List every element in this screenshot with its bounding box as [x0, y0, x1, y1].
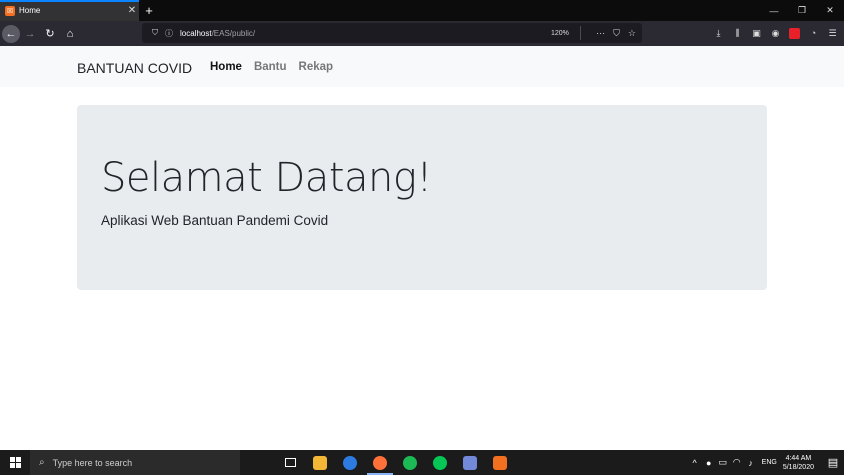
url-divider	[580, 26, 581, 40]
nav-home-link[interactable]: Home	[210, 61, 242, 73]
clock[interactable]: 4:44 AM 5/18/2020	[783, 454, 814, 472]
bookmark-star-icon[interactable]: ☆	[628, 28, 636, 39]
forward-button[interactable]: →	[20, 24, 40, 44]
zoom-level[interactable]: 120%	[551, 30, 569, 37]
wifi-icon[interactable]: ◠	[730, 457, 744, 468]
sidebar-icon[interactable]: ▣	[747, 23, 766, 43]
welcome-jumbotron: Selamat Datang! Aplikasi Web Bantuan Pan…	[77, 105, 767, 290]
tab-home[interactable]: ☒ Home ✕	[0, 0, 139, 21]
site-nav-links: Home Bantu Rekap	[210, 61, 333, 73]
minimize-icon[interactable]: —	[760, 0, 788, 21]
browser-tab-bar: ☒ Home ✕ + — ❐ ✕	[0, 0, 844, 21]
notification-icon[interactable]: ▤	[822, 456, 844, 469]
chat-app-icon	[343, 455, 357, 470]
clock-date: 5/18/2020	[782, 463, 814, 471]
extension-c-icon[interactable]: ◔	[804, 23, 823, 43]
extension-red-icon[interactable]	[785, 23, 804, 43]
folder-icon	[313, 455, 327, 470]
xampp-favicon-icon: ☒	[5, 5, 15, 16]
signal-button[interactable]	[335, 450, 365, 475]
windows-logo-icon	[9, 457, 21, 468]
windows-taskbar: ⌕ Type here to search ^ ● ▭ ◠ ♪ ENG 4:44…	[0, 450, 844, 475]
library-icon[interactable]: ⫼	[728, 23, 747, 43]
firefox-icon	[373, 455, 387, 470]
home-button[interactable]: ⌂	[60, 24, 80, 44]
xampp-button[interactable]	[485, 450, 515, 475]
language-indicator[interactable]: ENG	[762, 459, 777, 466]
nav-rekap-link[interactable]: Rekap	[299, 61, 334, 73]
close-window-icon[interactable]: ✕	[816, 0, 844, 21]
window-controls: — ❐ ✕	[760, 0, 844, 21]
taskbar-apps	[275, 450, 515, 475]
file-explorer-button[interactable]	[305, 450, 335, 475]
xampp-icon	[493, 455, 507, 470]
start-button[interactable]	[0, 450, 30, 475]
site-navbar: BANTUAN COVID Home Bantu Rekap	[0, 46, 844, 87]
line-button[interactable]	[425, 450, 455, 475]
task-view-icon	[284, 458, 296, 467]
jumbotron-title: Selamat Datang!	[101, 155, 432, 201]
pocket-icon[interactable]: ⛉	[613, 28, 620, 39]
spotify-icon	[403, 455, 417, 470]
close-tab-icon[interactable]: ✕	[125, 5, 139, 16]
chevron-up-icon[interactable]: ^	[688, 458, 702, 468]
jumbotron-lead: Aplikasi Web Bantuan Pandemi Covid	[101, 213, 329, 228]
browser-toolbar: ← → ↻ ⌂ ⛉ ⓘ localhost/EAS/public/ 120% ·…	[0, 21, 844, 46]
line-icon	[433, 455, 447, 470]
taskbar-search-placeholder: Type here to search	[52, 457, 133, 468]
menu-icon[interactable]: ☰	[823, 23, 842, 43]
volume-icon[interactable]: ♪	[744, 458, 758, 468]
task-view-button[interactable]	[275, 450, 305, 475]
info-icon[interactable]: ⓘ	[162, 28, 176, 39]
download-icon[interactable]: ⤓	[709, 23, 728, 43]
reload-button[interactable]: ↻	[40, 24, 60, 44]
forward-arrow-icon: →	[24, 27, 36, 40]
microphone-icon[interactable]: ●	[702, 458, 716, 468]
url-bar[interactable]: ⛉ ⓘ localhost/EAS/public/ 120% ··· ⛉ ☆	[142, 23, 642, 43]
shield-icon[interactable]: ⛉	[148, 28, 162, 38]
home-icon: ⌂	[66, 27, 74, 40]
account-icon[interactable]: ◉	[766, 23, 785, 43]
new-tab-button[interactable]: +	[139, 0, 159, 21]
spotify-button[interactable]	[395, 450, 425, 475]
firefox-button[interactable]	[365, 450, 395, 475]
url-host: localhost	[180, 28, 212, 38]
discord-button[interactable]	[455, 450, 485, 475]
search-icon: ⌕	[39, 457, 45, 468]
tab-title: Home	[19, 6, 41, 15]
url-path: /EAS/public/	[211, 28, 256, 38]
taskbar-search[interactable]: ⌕ Type here to search	[30, 450, 240, 475]
back-button[interactable]: ←	[0, 24, 20, 44]
battery-icon[interactable]: ▭	[716, 457, 730, 468]
back-arrow-icon: ←	[2, 24, 20, 43]
clock-time: 4:44 AM	[785, 454, 812, 462]
restore-icon[interactable]: ❐	[788, 0, 816, 21]
discord-icon	[463, 455, 477, 470]
nav-bantu-link[interactable]: Bantu	[254, 61, 287, 73]
system-tray: ^ ● ▭ ◠ ♪ ENG 4:44 AM 5/18/2020 ▤	[688, 450, 844, 475]
page-actions-icon[interactable]: ···	[596, 28, 605, 39]
toolbar-right: ⤓ ⫼ ▣ ◉ ◔ ☰	[709, 23, 842, 43]
url-actions: ··· ⛉ ☆	[596, 28, 636, 39]
reload-icon: ↻	[45, 28, 55, 40]
site-brand[interactable]: BANTUAN COVID	[77, 60, 192, 76]
